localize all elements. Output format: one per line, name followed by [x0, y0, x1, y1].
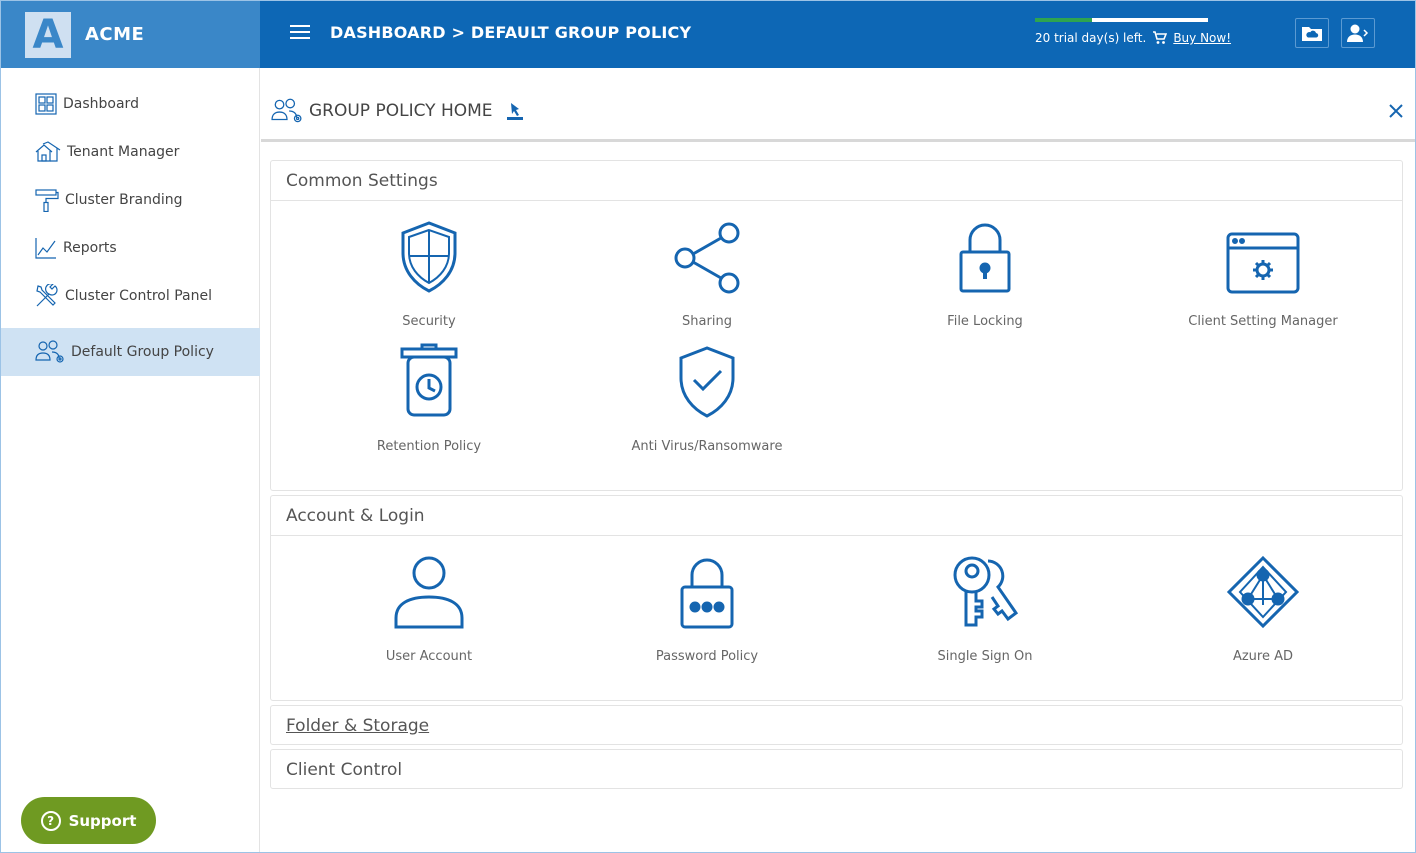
cart-icon [1153, 31, 1168, 44]
pin-icon[interactable] [505, 101, 525, 121]
tile-label: Azure AD [1232, 649, 1294, 664]
houses-icon [35, 141, 61, 162]
account-login-panel: Account & Login User Account Password Po… [270, 495, 1403, 701]
brand-name: ACME [85, 24, 145, 45]
user-icon [394, 556, 464, 629]
retention-policy-tile[interactable]: Retention Policy [309, 336, 549, 461]
tools-icon [36, 284, 58, 307]
brand-logo: A [25, 11, 71, 58]
trial-days-text: 20 trial day(s) left. [1035, 31, 1147, 45]
top-bar: DASHBOARD > DEFAULT GROUP POLICY 20 tria… [260, 1, 1415, 68]
azure-ad-tile[interactable]: Azure AD [1143, 546, 1383, 671]
client-setting-manager-tile[interactable]: Client Setting Manager [1143, 211, 1383, 336]
sidebar-item-label: Cluster Branding [65, 192, 183, 208]
support-button[interactable]: ? Support [21, 797, 156, 844]
shield-icon [401, 221, 457, 293]
password-policy-tile[interactable]: Password Policy [587, 546, 827, 671]
section-title: Common Settings [271, 161, 1402, 201]
sidebar-item-default-group-policy[interactable]: Default Group Policy [1, 328, 260, 376]
password-lock-icon [680, 558, 734, 629]
trial-status: 20 trial day(s) left. Buy Now! [1035, 31, 1231, 45]
settings-window-icon [1226, 232, 1300, 294]
support-label: Support [68, 811, 137, 830]
azure-ad-icon [1226, 555, 1300, 629]
group-settings-icon [35, 340, 64, 363]
sidebar-item-label: Dashboard [63, 96, 139, 112]
brand-area[interactable]: A ACME [1, 1, 260, 68]
shield-check-icon [679, 346, 735, 418]
tile-label: Sharing [682, 314, 732, 329]
user-account-tile[interactable]: User Account [309, 546, 549, 671]
single-sign-on-tile[interactable]: Single Sign On [865, 546, 1105, 671]
page-title-row: GROUP POLICY HOME [271, 98, 525, 124]
tile-label: File Locking [947, 314, 1023, 329]
chart-icon [35, 238, 56, 259]
common-settings-panel: Common Settings Security Sharing File Lo… [270, 160, 1403, 491]
sharing-tile[interactable]: Sharing [587, 211, 827, 336]
sidebar-item-cluster-branding[interactable]: Cluster Branding [1, 176, 260, 224]
sidebar-item-label: Reports [63, 240, 117, 256]
tile-label: User Account [385, 649, 473, 664]
tile-label: Retention Policy [376, 439, 482, 454]
page-title: GROUP POLICY HOME [309, 101, 493, 121]
page-header: GROUP POLICY HOME [261, 68, 1415, 142]
keys-icon [953, 556, 1019, 627]
user-logout-icon [1347, 24, 1369, 42]
trash-clock-icon [400, 343, 458, 417]
dashboard-icon [35, 93, 57, 115]
sidebar-item-label: Default Group Policy [71, 344, 214, 360]
section-title: Account & Login [271, 496, 1402, 536]
section-title[interactable]: Client Control [271, 750, 1402, 790]
close-icon[interactable] [1389, 104, 1403, 118]
trial-progress-bar [1035, 18, 1208, 22]
tile-label: Client Setting Manager [1188, 314, 1338, 329]
sidebar-item-cluster-control-panel[interactable]: Cluster Control Panel [1, 272, 260, 320]
folder-storage-panel[interactable]: Folder & Storage [270, 705, 1403, 745]
tile-label: Password Policy [655, 649, 759, 664]
anti-virus-ransomware-tile[interactable]: Anti Virus/Ransomware [587, 336, 827, 461]
cloud-folder-button[interactable] [1295, 18, 1329, 48]
file-locking-tile[interactable]: File Locking [865, 211, 1105, 336]
client-control-panel[interactable]: Client Control [270, 749, 1403, 789]
sidebar-item-reports[interactable]: Reports [1, 224, 260, 272]
sidebar-item-dashboard[interactable]: Dashboard [1, 80, 260, 128]
sidebar-item-tenant-manager[interactable]: Tenant Manager [1, 128, 260, 176]
section-title-link[interactable]: Folder & Storage [271, 706, 1402, 746]
paint-roller-icon [35, 189, 59, 212]
buy-now-link[interactable]: Buy Now! [1173, 31, 1231, 45]
tile-label: Security [402, 314, 456, 329]
sidebar-item-label: Cluster Control Panel [65, 288, 212, 304]
tile-label: Single Sign On [937, 649, 1033, 664]
menu-icon[interactable] [290, 25, 310, 43]
share-icon [674, 222, 740, 294]
sidebar-item-label: Tenant Manager [67, 144, 180, 160]
group-settings-icon [271, 98, 302, 123]
security-tile[interactable]: Security [309, 211, 549, 336]
breadcrumb: DASHBOARD > DEFAULT GROUP POLICY [330, 23, 692, 42]
user-menu-button[interactable] [1341, 18, 1375, 48]
cloud-folder-icon [1302, 27, 1322, 41]
sidebar: Dashboard Tenant Manager Cluster Brandin… [1, 68, 260, 852]
help-icon: ? [40, 810, 61, 831]
lock-icon [959, 223, 1011, 293]
tile-label: Anti Virus/Ransomware [631, 439, 783, 454]
